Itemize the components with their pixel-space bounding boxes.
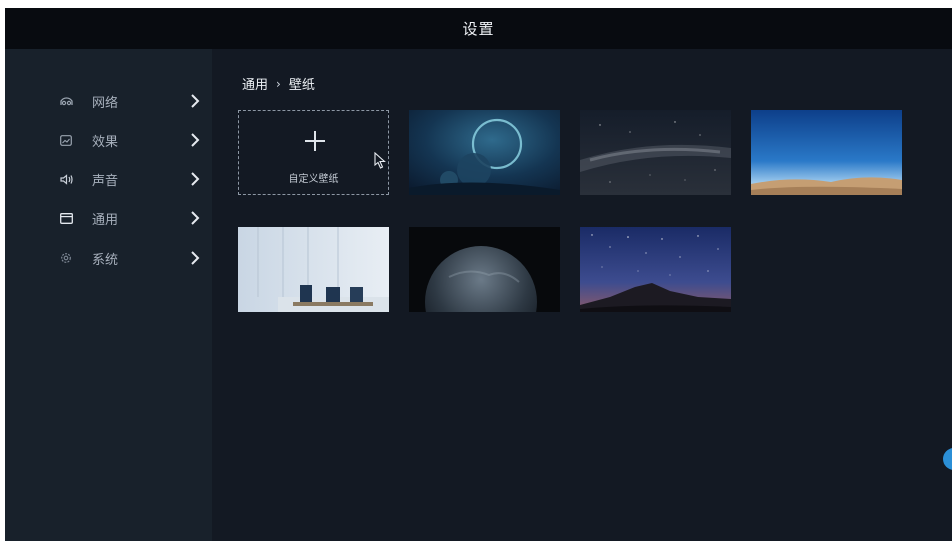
window-icon <box>59 212 73 224</box>
breadcrumb-current: 壁纸 <box>288 78 315 93</box>
sidebar-item-label: 声音 <box>92 174 119 189</box>
gear-icon <box>59 252 73 264</box>
sidebar-item-effects[interactable]: 效果 <box>5 123 212 157</box>
earth-dark-wallpaper <box>409 227 560 312</box>
speaker-icon <box>59 173 73 185</box>
breadcrumb-parent[interactable]: 通用 <box>242 74 268 93</box>
meeting-room-wallpaper <box>238 227 389 312</box>
wallpaper-thumbnail[interactable] <box>409 227 560 312</box>
chevron-right-icon <box>190 250 200 266</box>
plus-icon <box>305 131 325 151</box>
sidebar-item-label: 通用 <box>92 213 119 228</box>
wallpaper-thumbnail[interactable] <box>238 227 389 312</box>
sidebar: 网络 效果 声音 通用 系统 <box>5 49 212 541</box>
breadcrumb: 通用 › 壁纸 <box>242 74 315 94</box>
sidebar-item-system[interactable]: 系统 <box>5 241 212 275</box>
image-effect-icon <box>59 134 73 146</box>
chevron-right-icon <box>190 171 200 187</box>
sidebar-item-general[interactable]: 通用 <box>5 201 212 235</box>
chevron-right-icon <box>190 132 200 148</box>
wallpaper-thumbnail[interactable] <box>580 227 731 312</box>
chevron-right-icon <box>190 93 200 109</box>
sidebar-item-sound[interactable]: 声音 <box>5 162 212 196</box>
wallpaper-thumbnail[interactable] <box>751 110 902 195</box>
mouse-cursor-icon <box>374 151 388 170</box>
wallpaper-thumbnail[interactable] <box>409 110 560 195</box>
wallpaper-thumbnail[interactable] <box>580 110 731 195</box>
custom-wallpaper-button[interactable]: 自定义壁纸 <box>238 110 389 195</box>
wallpaper-panel: 通用 › 壁纸 自定义壁纸 <box>212 49 952 541</box>
settings-window: 设置 网络 效果 声音 通用 系统 通用 › 壁纸 自定义壁纸 <box>5 8 952 541</box>
help-button[interactable] <box>943 448 952 470</box>
sidebar-item-label: 系统 <box>92 253 119 268</box>
breadcrumb-separator: › <box>276 76 281 91</box>
title-bar: 设置 <box>5 8 952 49</box>
window-title: 设置 <box>462 20 495 38</box>
network-icon <box>59 95 73 107</box>
sidebar-item-label: 效果 <box>92 135 119 150</box>
custom-wallpaper-label: 自定义壁纸 <box>288 174 339 185</box>
starry-mountain-wallpaper <box>580 227 731 312</box>
sidebar-item-label: 网络 <box>92 96 119 111</box>
planet-ring-wallpaper <box>409 110 560 195</box>
sidebar-item-network[interactable]: 网络 <box>5 84 212 118</box>
chevron-right-icon <box>190 210 200 226</box>
milky-way-wallpaper <box>580 110 731 195</box>
desert-blue-sky-wallpaper <box>751 110 902 195</box>
